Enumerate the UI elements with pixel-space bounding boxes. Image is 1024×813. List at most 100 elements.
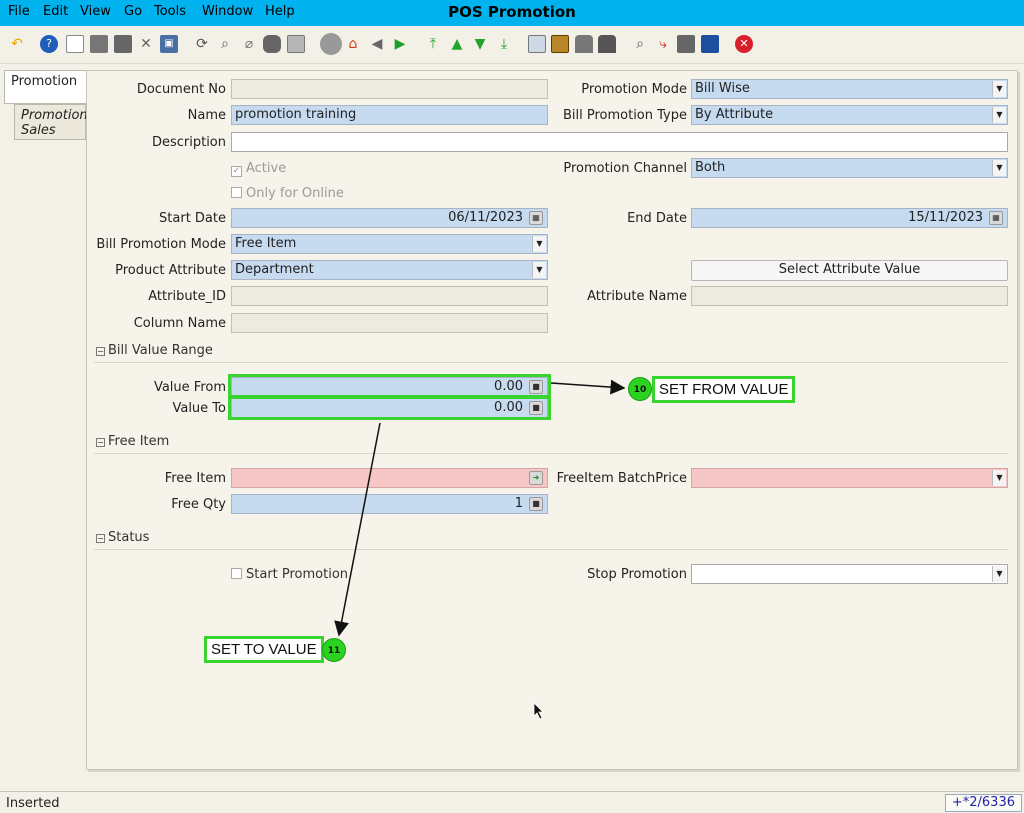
- collapse-icon[interactable]: −: [96, 347, 105, 356]
- archive-icon[interactable]: [551, 35, 569, 53]
- next-record-icon[interactable]: ▼: [471, 35, 489, 53]
- delete-icon[interactable]: [114, 35, 132, 53]
- chevron-down-icon[interactable]: ▼: [992, 566, 1006, 582]
- collapse-icon[interactable]: −: [96, 438, 105, 447]
- product-attribute-select[interactable]: Department ▼: [231, 260, 548, 280]
- only-online-checkbox[interactable]: Only for Online: [231, 186, 344, 201]
- save-icon[interactable]: ▣: [160, 35, 178, 53]
- active-label: Active: [246, 161, 287, 176]
- value-to-label: Value To: [172, 401, 226, 416]
- menu-help[interactable]: Help: [265, 4, 295, 19]
- menu-view[interactable]: View: [80, 4, 111, 19]
- chevron-down-icon[interactable]: ▼: [992, 81, 1006, 97]
- step-10-badge: 10: [628, 377, 652, 401]
- free-item-section-title: Free Item: [108, 434, 170, 449]
- find-icon[interactable]: ⌕: [216, 35, 234, 53]
- bill-promotion-mode-select[interactable]: Free Item ▼: [231, 234, 548, 254]
- menu-edit[interactable]: Edit: [43, 4, 68, 19]
- start-date-field[interactable]: 06/11/2023 ▦: [231, 208, 548, 228]
- document-no-label: Document No: [136, 82, 226, 97]
- close-icon[interactable]: ✕: [735, 35, 753, 53]
- detail-toggle-icon[interactable]: [320, 33, 342, 55]
- chevron-down-icon[interactable]: ▼: [532, 236, 546, 252]
- menu-tools[interactable]: Tools: [154, 4, 186, 19]
- menu-window[interactable]: Window: [202, 4, 253, 19]
- last-record-icon[interactable]: ⤓: [495, 35, 513, 53]
- new-icon[interactable]: [66, 35, 84, 53]
- name-field[interactable]: promotion training: [231, 105, 548, 125]
- document-no-field[interactable]: [231, 79, 548, 99]
- bill-promotion-type-label: Bill Promotion Type: [562, 108, 687, 123]
- end-date-value: 15/11/2023: [908, 210, 983, 225]
- first-record-icon[interactable]: ⤒: [424, 35, 442, 53]
- delete-selection-icon[interactable]: ✕: [137, 35, 155, 53]
- description-field[interactable]: [231, 132, 1008, 152]
- end-date-field[interactable]: 15/11/2023 ▦: [691, 208, 1008, 228]
- report-icon[interactable]: [528, 35, 546, 53]
- attribute-name-label: Attribute Name: [587, 289, 687, 304]
- step-10-callout: SET FROM VALUE: [652, 376, 796, 403]
- calendar-icon[interactable]: ▦: [989, 211, 1003, 225]
- exit-icon[interactable]: [701, 35, 719, 53]
- forward-icon[interactable]: ▶: [391, 35, 409, 53]
- chevron-down-icon[interactable]: ▼: [992, 470, 1006, 486]
- bill-value-range-section[interactable]: − Bill Value Range: [94, 343, 1008, 363]
- start-promotion-label: Start Promotion: [246, 567, 349, 582]
- promotion-mode-value: Bill Wise: [695, 81, 750, 96]
- start-promotion-checkbox[interactable]: Start Promotion: [231, 567, 348, 582]
- attribute-id-field[interactable]: [231, 286, 548, 306]
- calculator-icon[interactable]: ■: [529, 497, 543, 511]
- record-info[interactable]: +*2/6336: [944, 794, 1022, 812]
- bill-promotion-mode-value: Free Item: [235, 236, 297, 251]
- chevron-down-icon[interactable]: ▼: [992, 160, 1006, 176]
- stop-promotion-select[interactable]: ▼: [691, 564, 1008, 584]
- help-icon[interactable]: ?: [40, 35, 58, 53]
- free-item-field[interactable]: ➜: [231, 468, 548, 488]
- attachment-icon[interactable]: ⌀: [240, 35, 258, 53]
- promotion-mode-label: Promotion Mode: [581, 82, 687, 97]
- menu-go[interactable]: Go: [124, 4, 142, 19]
- product-info-icon[interactable]: [677, 35, 695, 53]
- refresh-icon[interactable]: ⟳: [193, 35, 211, 53]
- promotion-channel-select[interactable]: Both ▼: [691, 158, 1008, 178]
- home-icon[interactable]: ⌂: [344, 35, 362, 53]
- bill-promotion-mode-label: Bill Promotion Mode: [96, 237, 226, 252]
- active-checkbox[interactable]: ✓ Active: [231, 161, 286, 177]
- title-menu-bar: File Edit View Go Tools Window Help POS …: [0, 0, 1024, 26]
- back-icon[interactable]: ◀: [368, 35, 386, 53]
- tab-promotion[interactable]: Promotion: [4, 70, 86, 104]
- print-icon[interactable]: [598, 35, 616, 53]
- description-label: Description: [151, 135, 226, 150]
- checkbox-box: [231, 568, 242, 579]
- status-section[interactable]: − Status: [94, 530, 1008, 550]
- workflow-icon[interactable]: ⤷: [654, 35, 672, 53]
- zoom-across-icon[interactable]: ⌕: [631, 35, 649, 53]
- column-name-field[interactable]: [231, 313, 548, 333]
- chat-icon[interactable]: [263, 35, 281, 53]
- promotion-mode-select[interactable]: Bill Wise ▼: [691, 79, 1008, 99]
- free-qty-field[interactable]: 1 ■: [231, 494, 548, 514]
- free-qty-value: 1: [514, 496, 523, 511]
- freeitem-batchprice-select[interactable]: ▼: [691, 468, 1008, 488]
- collapse-icon[interactable]: −: [96, 534, 105, 543]
- free-item-section[interactable]: − Free Item: [94, 434, 1008, 454]
- menu-file[interactable]: File: [8, 4, 30, 19]
- column-name-label: Column Name: [133, 316, 226, 331]
- undo-icon[interactable]: ↶: [8, 35, 26, 53]
- print-preview-icon[interactable]: [575, 35, 593, 53]
- search-icon[interactable]: ➜: [529, 471, 543, 485]
- value-from-highlight: [228, 374, 551, 398]
- calendar-icon[interactable]: ▦: [529, 211, 543, 225]
- attribute-name-field[interactable]: [691, 286, 1008, 306]
- select-attribute-value-button[interactable]: Select Attribute Value: [691, 260, 1008, 281]
- copy-icon[interactable]: [90, 35, 108, 53]
- previous-record-icon[interactable]: ▲: [448, 35, 466, 53]
- tab-promotion-sales[interactable]: Promotion Sales: [14, 104, 88, 140]
- history-icon[interactable]: [287, 35, 305, 53]
- product-attribute-value: Department: [235, 262, 314, 277]
- promotion-channel-value: Both: [695, 160, 726, 175]
- chevron-down-icon[interactable]: ▼: [532, 262, 546, 278]
- chevron-down-icon[interactable]: ▼: [992, 107, 1006, 123]
- only-online-label: Only for Online: [246, 186, 344, 201]
- bill-promotion-type-select[interactable]: By Attribute ▼: [691, 105, 1008, 125]
